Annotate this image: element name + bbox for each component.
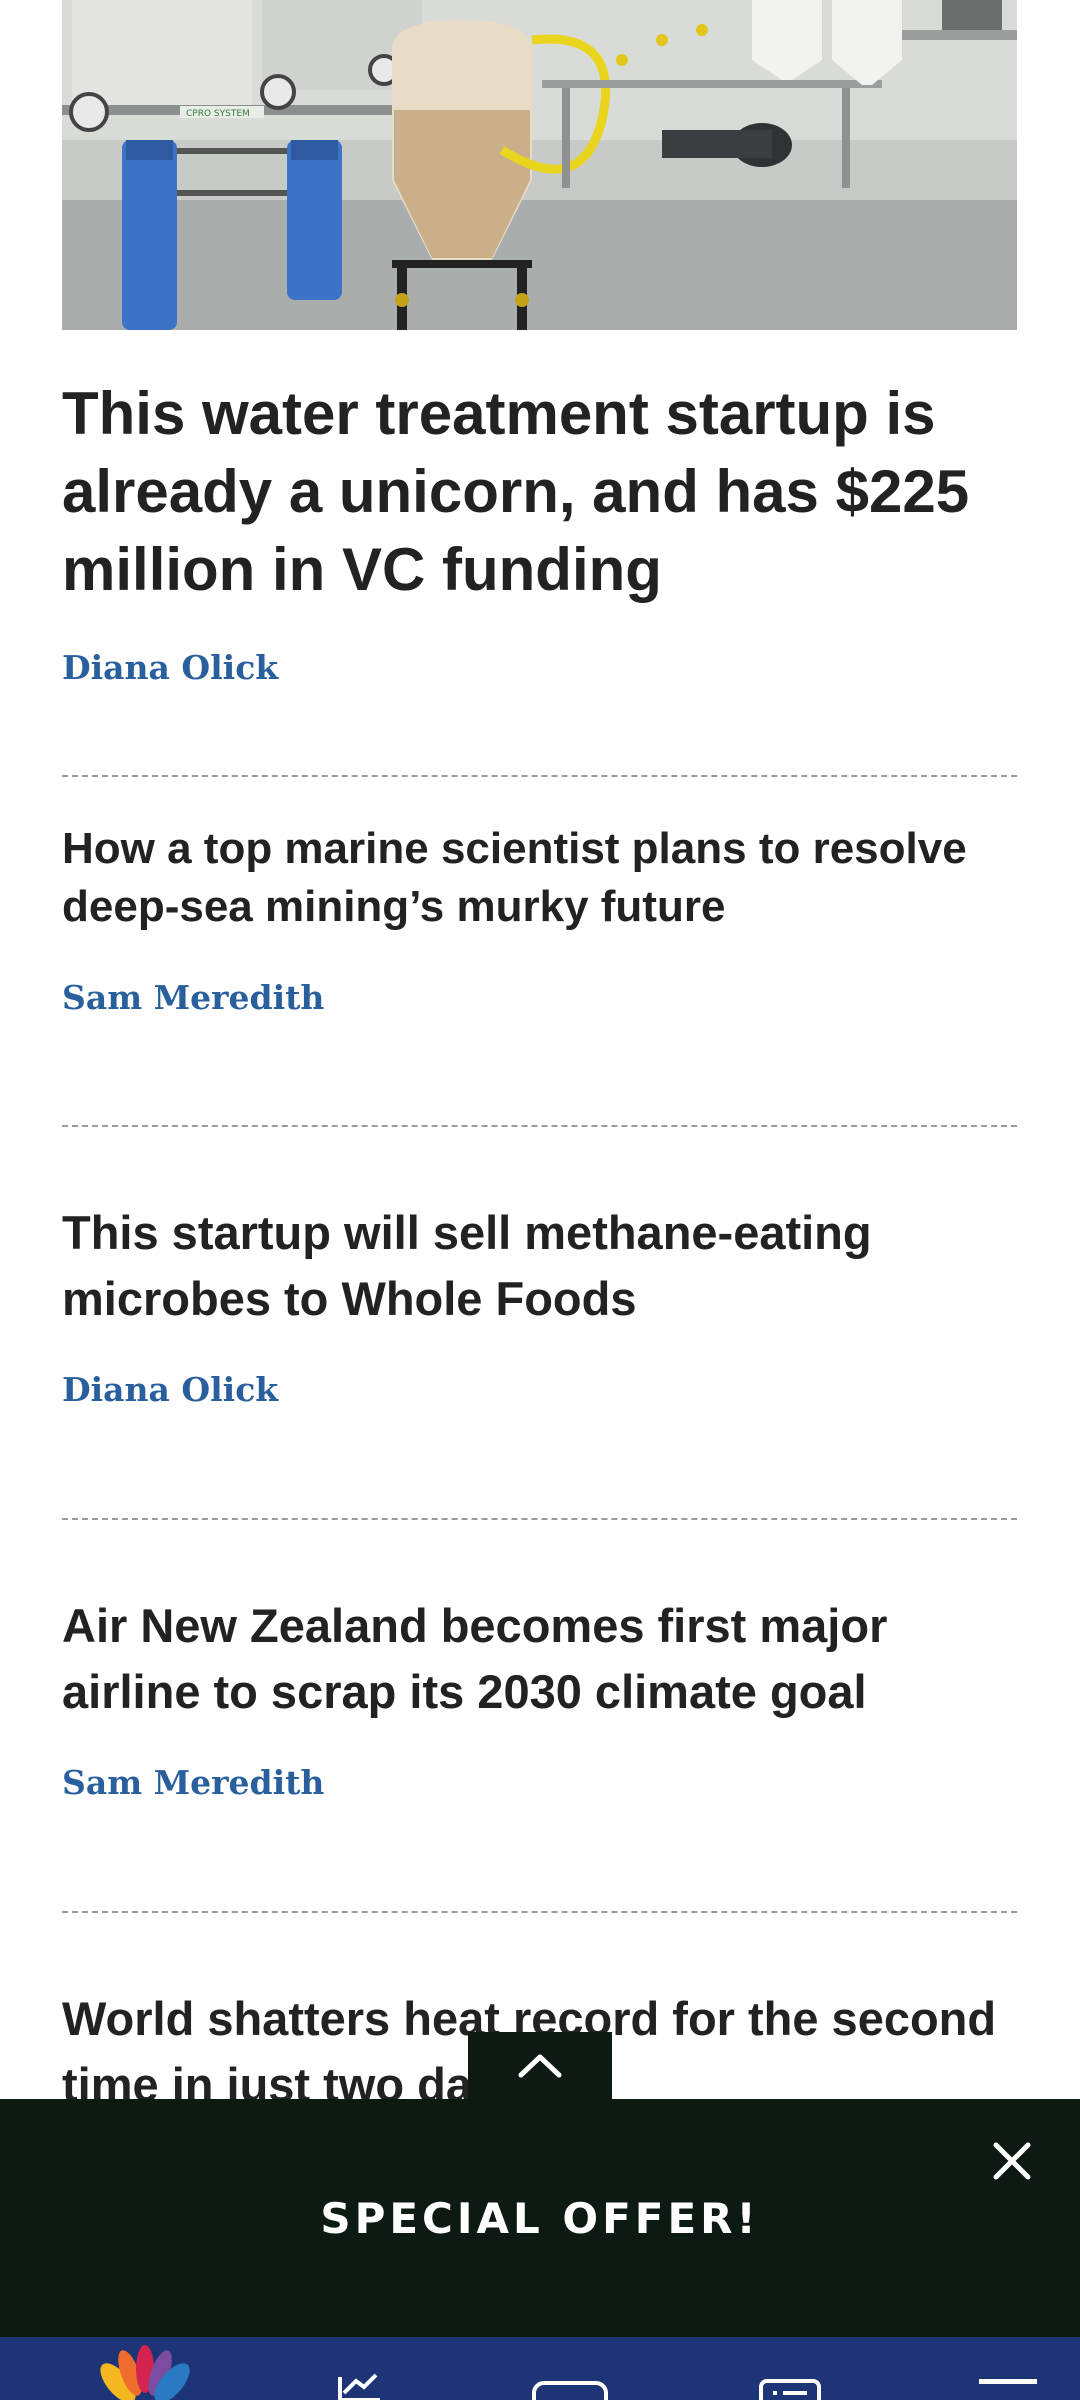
article-author[interactable]: Sam Meredith	[62, 978, 324, 1017]
nav-item-markets[interactable]	[330, 2337, 390, 2400]
bottom-navigation	[0, 2337, 1080, 2400]
divider	[62, 1125, 1017, 1127]
article-headline[interactable]: This startup will sell methane-eating mi…	[62, 1200, 1017, 1332]
nav-item-video[interactable]	[530, 2337, 610, 2400]
special-offer-banner[interactable]: SPECIAL OFFER!	[0, 2099, 1080, 2337]
scroll-to-top-button[interactable]	[468, 2032, 612, 2102]
chevron-up-icon	[517, 2051, 563, 2084]
article-author[interactable]: Diana Olick	[62, 1370, 278, 1409]
nav-item-menu[interactable]	[975, 2337, 1045, 2400]
panel-label: CPRO SYSTEM	[186, 109, 250, 119]
article-headline[interactable]: This water treatment startup is already …	[62, 375, 1017, 609]
close-banner-button[interactable]	[984, 2135, 1040, 2191]
article-headline[interactable]: How a top marine scientist plans to reso…	[62, 820, 1017, 936]
nav-item-home[interactable]	[100, 2337, 190, 2400]
divider	[62, 1518, 1017, 1520]
divider	[62, 1911, 1017, 1913]
article-author[interactable]: Sam Meredith	[62, 1763, 324, 1802]
peacock-logo-icon	[100, 2345, 190, 2400]
special-offer-text[interactable]: SPECIAL OFFER!	[0, 2194, 1080, 2243]
markets-chart-icon	[330, 2373, 390, 2400]
watchlist-icon	[755, 2379, 825, 2400]
hero-image[interactable]: CPRO SYSTEM	[62, 0, 1017, 330]
divider	[62, 775, 1017, 777]
close-icon	[992, 2141, 1032, 2186]
nav-item-watchlist[interactable]	[755, 2337, 825, 2400]
menu-icon	[975, 2379, 1045, 2400]
video-icon	[530, 2381, 610, 2400]
article-headline[interactable]: Air New Zealand becomes first major airl…	[62, 1593, 1017, 1725]
article-author[interactable]: Diana Olick	[62, 648, 278, 687]
